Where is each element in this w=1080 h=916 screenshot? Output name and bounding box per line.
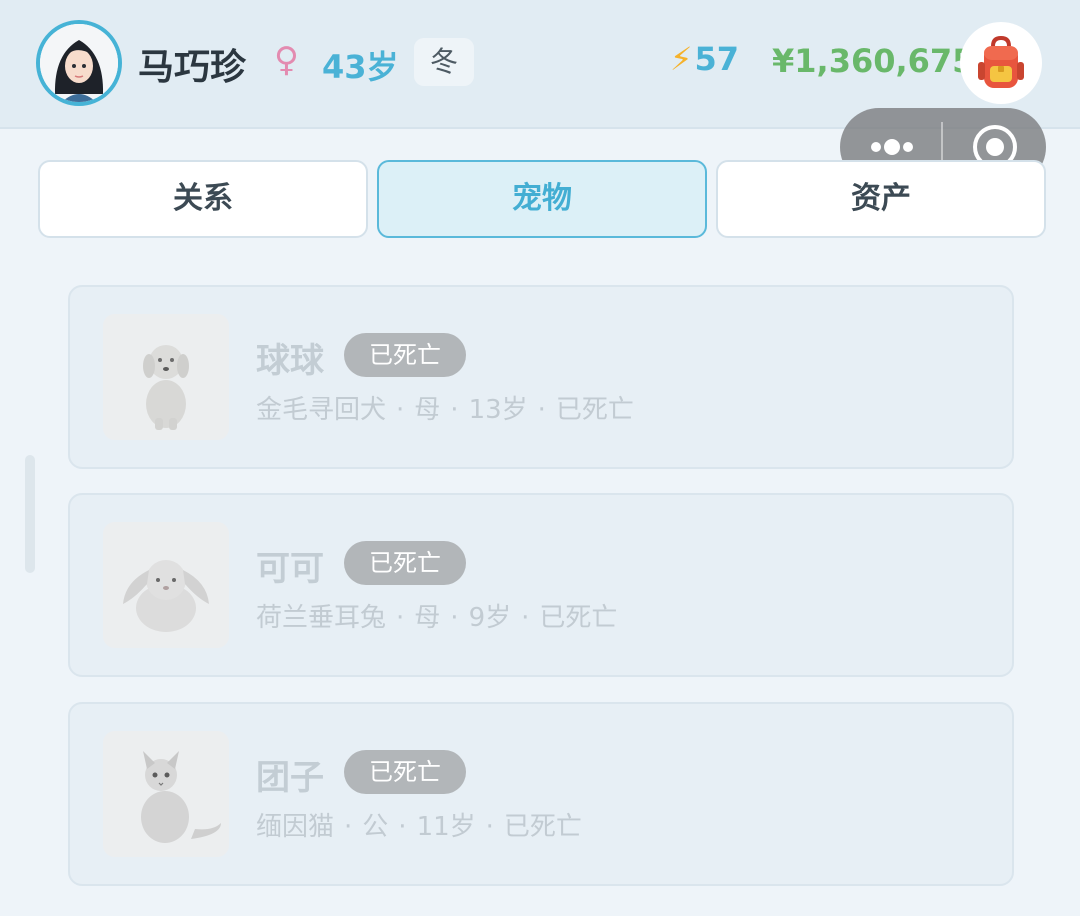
pet-breed: 金毛寻回犬 <box>256 395 387 425</box>
scroll-indicator[interactable] <box>25 455 35 573</box>
pet-details: 荷兰垂耳兔 · 母 · 9岁 · 已死亡 <box>256 603 618 633</box>
pet-card[interactable]: 球球 已死亡 金毛寻回犬 · 母 · 13岁 · 已死亡 <box>68 285 1014 469</box>
avatar[interactable] <box>36 20 122 106</box>
inventory-button[interactable] <box>960 22 1042 104</box>
pet-age: 13岁 <box>468 395 528 425</box>
tab-relationships[interactable]: 关系 <box>38 160 368 238</box>
pet-breed: 荷兰垂耳兔 <box>256 603 387 633</box>
energy-value: 57 <box>694 40 739 78</box>
pet-sex: 公 <box>362 812 389 842</box>
pet-sex: 母 <box>414 395 441 425</box>
character-name: 马巧珍 <box>138 47 247 88</box>
pet-card[interactable]: 团子 已死亡 缅因猫 · 公 · 11岁 · 已死亡 <box>68 702 1014 886</box>
maine-coon-image <box>103 731 229 857</box>
deceased-badge: 已死亡 <box>344 541 466 585</box>
deceased-badge: 已死亡 <box>344 333 466 377</box>
pet-card[interactable]: 可可 已死亡 荷兰垂耳兔 · 母 · 9岁 · 已死亡 <box>68 493 1014 677</box>
pet-age: 11岁 <box>416 812 476 842</box>
pet-name: 可可 <box>256 549 324 589</box>
pet-age: 9岁 <box>468 603 512 633</box>
pet-status: 已死亡 <box>539 603 618 633</box>
pet-details: 缅因猫 · 公 · 11岁 · 已死亡 <box>256 812 582 842</box>
pet-name: 团子 <box>256 758 324 798</box>
pet-status: 已死亡 <box>555 395 634 425</box>
lightning-icon: ⚡ <box>670 40 693 78</box>
tab-pets[interactable]: 宠物 <box>377 160 707 238</box>
season-badge: 冬 <box>414 38 474 86</box>
gender-female-icon: ♀ <box>274 40 299 80</box>
backpack-icon <box>978 35 1024 88</box>
energy-stat: ⚡57 <box>670 40 739 78</box>
deceased-badge: 已死亡 <box>344 750 466 794</box>
pet-name: 球球 <box>256 341 324 381</box>
character-age: 43岁 <box>322 48 399 86</box>
woman-avatar-icon <box>40 24 118 102</box>
lop-rabbit-image <box>103 522 229 648</box>
pet-breed: 缅因猫 <box>256 812 335 842</box>
pet-sex: 母 <box>414 603 441 633</box>
tab-assets[interactable]: 资产 <box>716 160 1046 238</box>
golden-retriever-image <box>103 314 229 440</box>
money-stat: ¥1,360,675 <box>772 42 975 80</box>
pet-details: 金毛寻回犬 · 母 · 13岁 · 已死亡 <box>256 395 634 425</box>
pet-status: 已死亡 <box>503 812 582 842</box>
